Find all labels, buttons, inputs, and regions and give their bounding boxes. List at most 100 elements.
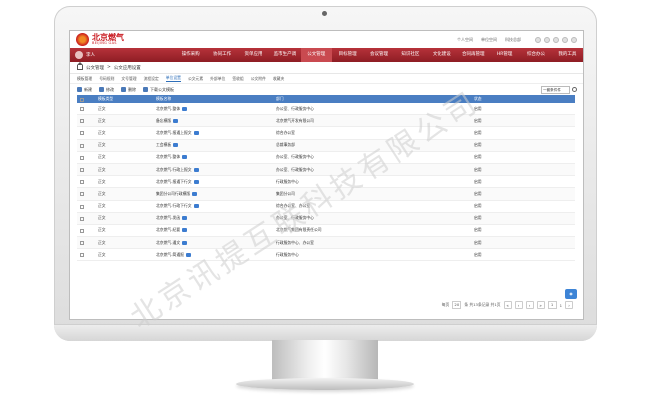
edit-template-icon[interactable] <box>182 155 188 160</box>
table-row[interactable]: 正文 北京燃气-报通上报文 综合办公室 启用 <box>77 126 575 140</box>
row-select[interactable] <box>77 114 95 128</box>
per-page-input[interactable]: 20 <box>452 301 462 309</box>
new-button[interactable]: 新建 <box>77 87 92 93</box>
filter-select[interactable]: 一套条件件 <box>541 85 570 94</box>
row-checkbox[interactable] <box>80 180 84 185</box>
edit-button[interactable]: 修改 <box>99 87 114 93</box>
sub-tab[interactable]: 公文元素 <box>188 76 203 82</box>
nav-item[interactable]: 合同再管理 <box>458 48 489 62</box>
row-checkbox[interactable] <box>80 168 84 173</box>
nav-item[interactable]: 知识社区 <box>395 48 426 62</box>
nav-item[interactable]: 会议管理 <box>363 48 394 62</box>
row-checkbox[interactable] <box>80 143 84 148</box>
settings-icon[interactable] <box>553 36 559 43</box>
sub-tab[interactable]: 文号管理 <box>121 76 136 82</box>
chat-float-icon[interactable]: ◉ <box>565 289 577 299</box>
breadcrumb-root[interactable]: 公文管理 <box>86 65 104 71</box>
nav-item[interactable]: 协同工作 <box>206 48 237 62</box>
row-checkbox[interactable] <box>80 204 84 209</box>
row-checkbox[interactable] <box>80 131 84 136</box>
nav-item[interactable]: 综合办公 <box>520 48 551 62</box>
table-row[interactable]: 正文 北京燃气-行政下行文 综合办公室、办公室 启用 <box>77 200 575 213</box>
row-select[interactable] <box>77 212 95 225</box>
table-row[interactable]: 正文 北京燃气-行政上报文 办公室、行政服务中心 启用 <box>77 163 575 177</box>
row-checkbox[interactable] <box>80 155 84 160</box>
search-icon[interactable] <box>572 87 577 92</box>
nav-item[interactable]: 资单应用 <box>238 48 269 62</box>
theme-icon[interactable] <box>535 36 541 43</box>
table-row[interactable]: 正文 工会模板 总裁事务部 启用 <box>77 139 575 152</box>
sub-tab[interactable]: 公文附件 <box>251 76 266 82</box>
top-link-hq[interactable]: 科技总部 <box>505 37 521 43</box>
row-select[interactable] <box>77 151 95 164</box>
table-row[interactable]: 正文 北京燃气-纪要 北京燃气集团有限责任公司 启用 <box>77 224 575 238</box>
nav-item[interactable]: 操作采购 <box>175 48 206 62</box>
row-checkbox[interactable] <box>80 228 84 233</box>
table-row[interactable]: 正文 备忘模版 北京燃气开发有限公司 启用 <box>77 114 575 128</box>
last-page-button[interactable]: » <box>536 301 545 309</box>
row-select[interactable] <box>77 248 95 262</box>
delete-button[interactable]: 删除 <box>121 87 136 93</box>
table-row[interactable]: 正文 北京燃气-整体 办公室、行政服务中心 启用 <box>77 151 575 164</box>
go-page-button[interactable]: › <box>565 301 573 309</box>
header-select[interactable] <box>77 95 95 103</box>
row-select[interactable] <box>77 175 95 189</box>
edit-template-icon[interactable] <box>193 130 199 135</box>
sub-tab[interactable]: 外部单位 <box>210 76 225 82</box>
nav-item[interactable]: 目标管理 <box>332 48 363 62</box>
sub-tab[interactable]: 签收组 <box>232 76 243 82</box>
row-select[interactable] <box>77 163 95 177</box>
home-icon[interactable] <box>77 62 83 70</box>
message-icon[interactable] <box>544 36 550 43</box>
edit-template-icon[interactable] <box>182 240 188 245</box>
user-info[interactable]: 李人 <box>70 51 175 59</box>
row-select[interactable] <box>77 126 95 140</box>
nav-item[interactable]: HR管理 <box>489 48 520 62</box>
row-checkbox[interactable] <box>80 107 84 112</box>
row-select[interactable] <box>77 224 95 238</box>
nav-item[interactable]: 监市生产调 <box>269 48 300 62</box>
edit-template-icon[interactable] <box>182 106 188 111</box>
table-row[interactable]: 正文 北京燃气-报通下行文 行政服务中心 启用 <box>77 175 575 189</box>
edit-template-icon[interactable] <box>182 216 188 221</box>
sub-tab[interactable]: 号码规则 <box>99 76 114 82</box>
top-link-personal[interactable]: 个人空间 <box>457 37 473 43</box>
row-select[interactable] <box>77 200 95 213</box>
row-checkbox[interactable] <box>80 241 84 246</box>
first-page-button[interactable]: « <box>503 301 512 309</box>
edit-template-icon[interactable] <box>193 167 199 172</box>
edit-template-icon[interactable] <box>192 191 198 196</box>
table-row[interactable]: 正文 集团分公司行政模版 集团分公司 启用 <box>77 187 575 201</box>
row-select[interactable] <box>77 236 95 250</box>
table-row[interactable]: 正文 北京燃气-简通报 行政服务中心 启用 <box>77 248 575 262</box>
edit-template-icon[interactable] <box>193 204 199 209</box>
edit-template-icon[interactable] <box>173 143 179 148</box>
sub-tab[interactable]: 流程设定 <box>144 76 159 82</box>
nav-item[interactable]: 我的工具 <box>552 48 583 62</box>
row-checkbox[interactable] <box>80 253 84 258</box>
row-select[interactable] <box>77 139 95 152</box>
row-select[interactable] <box>77 103 95 116</box>
table-row[interactable]: 正文 北京燃气-发函 办公室、行政服务中心 启用 <box>77 212 575 225</box>
edit-template-icon[interactable] <box>185 252 191 257</box>
top-link-unit[interactable]: 单位空间 <box>481 37 497 43</box>
prev-page-button[interactable]: ‹ <box>514 301 523 309</box>
row-checkbox[interactable] <box>80 119 84 124</box>
help-icon[interactable] <box>562 36 568 43</box>
sub-tab[interactable]: 单位设置 <box>165 75 181 82</box>
row-checkbox[interactable] <box>80 192 84 197</box>
page-input[interactable]: 1 <box>547 301 557 309</box>
edit-template-icon[interactable] <box>193 179 199 184</box>
row-select[interactable] <box>77 187 95 201</box>
select-all-checkbox[interactable] <box>80 97 84 102</box>
edit-template-icon[interactable] <box>173 118 179 123</box>
table-row[interactable]: 正文 北京燃气-整体 办公室、行政服务中心 启用 <box>77 103 575 116</box>
next-page-button[interactable]: › <box>525 301 534 309</box>
sub-tab[interactable]: 收藏夹 <box>273 76 284 82</box>
edit-template-icon[interactable] <box>182 228 188 233</box>
logout-icon[interactable] <box>571 36 577 43</box>
row-checkbox[interactable] <box>80 216 84 221</box>
nav-item[interactable]: 文化建设 <box>426 48 457 62</box>
sub-tab[interactable]: 模板管理 <box>77 76 92 82</box>
download-template-button[interactable]: 下载公文模板 <box>143 87 174 93</box>
